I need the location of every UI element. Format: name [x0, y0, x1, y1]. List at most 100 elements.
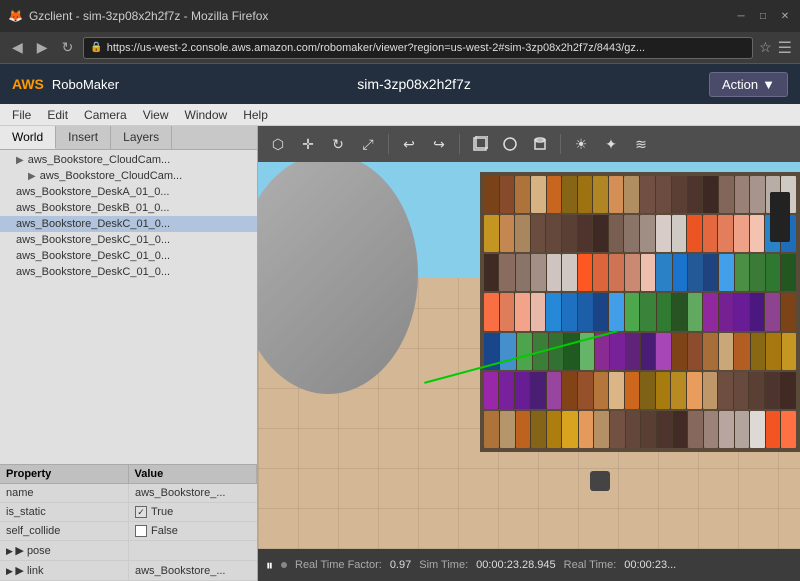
- action-button[interactable]: Action ▼: [709, 72, 788, 97]
- menu-view[interactable]: View: [135, 106, 177, 124]
- viewport[interactable]: ⬡ ✛ ↻ ⤢ ↩ ↪ ☀ ✦ ≋: [258, 126, 800, 581]
- properties-header: Property Value: [0, 465, 257, 484]
- book: [500, 176, 515, 213]
- book: [515, 372, 529, 409]
- add-cylinder-btn[interactable]: [526, 130, 554, 158]
- forward-btn[interactable]: ▶: [33, 37, 52, 58]
- book: [640, 215, 655, 252]
- tree-item-0[interactable]: ▶ aws_Bookstore_CloudCam...: [0, 152, 257, 168]
- props-row-isstatic[interactable]: is_static ✓ True: [0, 503, 257, 522]
- book: [562, 215, 577, 252]
- refresh-btn[interactable]: ↻: [58, 37, 78, 58]
- shelf-row: [484, 215, 796, 252]
- book: [749, 372, 764, 409]
- book: [547, 372, 561, 409]
- minimize-btn[interactable]: ─: [734, 9, 748, 23]
- book: [703, 333, 717, 370]
- bookshelf: [480, 172, 800, 452]
- checkbox-isstatic[interactable]: ✓: [135, 506, 147, 518]
- book: [750, 176, 765, 213]
- tree-item-label: aws_Bookstore_DeskC_01_0...: [16, 250, 170, 262]
- props-row-name[interactable]: name aws_Bookstore_...: [0, 484, 257, 503]
- browser-titlebar: 🦊 Gzclient - sim-3zp08x2h2f7z - Mozilla …: [0, 0, 800, 32]
- book: [719, 411, 734, 448]
- close-btn[interactable]: ✕: [778, 9, 792, 23]
- checkbox-selfcollide[interactable]: [135, 525, 147, 537]
- translate-tool-btn[interactable]: ✛: [294, 130, 322, 158]
- shelf-row: [484, 254, 796, 291]
- add-sphere-btn[interactable]: [496, 130, 524, 158]
- props-row-pose[interactable]: ▶ pose: [0, 541, 257, 561]
- book: [641, 411, 656, 448]
- tree-item-2[interactable]: aws_Bookstore_DeskA_01_0...: [0, 184, 257, 200]
- tree-item-1[interactable]: ▶ aws_Bookstore_CloudCam...: [0, 168, 257, 184]
- menu-camera[interactable]: Camera: [76, 106, 135, 124]
- tree-item-label: aws_Bookstore_DeskC_01_0...: [16, 266, 170, 278]
- dir-light-btn[interactable]: ☀: [567, 130, 595, 158]
- book: [781, 293, 796, 330]
- book: [530, 372, 546, 409]
- real-time-label: Real Time:: [564, 559, 617, 571]
- menu-edit[interactable]: Edit: [39, 106, 76, 124]
- props-row-link[interactable]: ▶ link aws_Bookstore_...: [0, 561, 257, 581]
- book: [593, 215, 608, 252]
- spot-light-btn[interactable]: ≋: [627, 130, 655, 158]
- book: [688, 411, 703, 448]
- toolbar-sep-1: [388, 134, 389, 154]
- pause-btn[interactable]: ⏸: [266, 557, 273, 574]
- book: [765, 372, 779, 409]
- rotate-tool-btn[interactable]: ↻: [324, 130, 352, 158]
- address-bar[interactable]: 🔒 https://us-west-2.console.aws.amazon.c…: [83, 37, 753, 59]
- menu-file[interactable]: File: [4, 106, 39, 124]
- menu-window[interactable]: Window: [177, 106, 236, 124]
- scale-tool-btn[interactable]: ⤢: [354, 130, 382, 158]
- book: [609, 372, 623, 409]
- book: [750, 254, 764, 291]
- tree-item-3[interactable]: aws_Bookstore_DeskB_01_0...: [0, 200, 257, 216]
- dark-figure: [770, 192, 790, 242]
- toolbar-sep-3: [560, 134, 561, 154]
- menu-help[interactable]: Help: [235, 106, 276, 124]
- tree-item-5[interactable]: aws_Bookstore_DeskC_01_0...: [0, 232, 257, 248]
- tab-layers[interactable]: Layers: [111, 126, 172, 149]
- props-row-selfcollide[interactable]: self_collide False: [0, 522, 257, 541]
- maximize-btn[interactable]: □: [756, 9, 770, 23]
- book: [516, 411, 531, 448]
- redo-btn[interactable]: ↪: [425, 130, 453, 158]
- main-content: World Insert Layers ▶ aws_Bookstore_Clou…: [0, 126, 800, 581]
- book: [578, 293, 593, 330]
- book: [734, 215, 749, 252]
- tree-item-4[interactable]: aws_Bookstore_DeskC_01_0...: [0, 216, 257, 232]
- book: [672, 176, 687, 213]
- sim-time-value: 00:00:23.28.945: [476, 559, 556, 571]
- tree-arrow-icon: ▶: [16, 155, 24, 166]
- rtf-value: 0.97: [390, 559, 411, 571]
- book: [562, 176, 577, 213]
- book: [687, 215, 702, 252]
- book: [673, 254, 687, 291]
- undo-btn[interactable]: ↩: [395, 130, 423, 158]
- book: [703, 372, 717, 409]
- tree-item-7[interactable]: aws_Bookstore_DeskC_01_0...: [0, 264, 257, 280]
- tree-item-6[interactable]: aws_Bookstore_DeskC_01_0...: [0, 248, 257, 264]
- app-logo: AWS: [12, 76, 44, 92]
- tab-world[interactable]: World: [0, 126, 56, 149]
- bookmark-btn[interactable]: ☆: [759, 39, 772, 56]
- select-tool-btn[interactable]: ⬡: [264, 130, 292, 158]
- book: [562, 254, 576, 291]
- shelf-row: [484, 293, 796, 330]
- book: [657, 411, 672, 448]
- add-box-btn[interactable]: [466, 130, 494, 158]
- shelf-row: [484, 372, 796, 409]
- tab-insert[interactable]: Insert: [56, 126, 111, 149]
- props-link-value: aws_Bookstore_...: [129, 562, 257, 580]
- book: [500, 333, 516, 370]
- book: [594, 372, 608, 409]
- point-light-btn[interactable]: ✦: [597, 130, 625, 158]
- action-label: Action: [722, 77, 758, 92]
- props-pose-label: ▶ pose: [0, 541, 129, 560]
- browser-menu-btn[interactable]: ☰: [778, 38, 792, 58]
- book: [640, 176, 655, 213]
- back-btn[interactable]: ◀: [8, 37, 27, 58]
- props-selfcollide-value: False: [129, 522, 257, 540]
